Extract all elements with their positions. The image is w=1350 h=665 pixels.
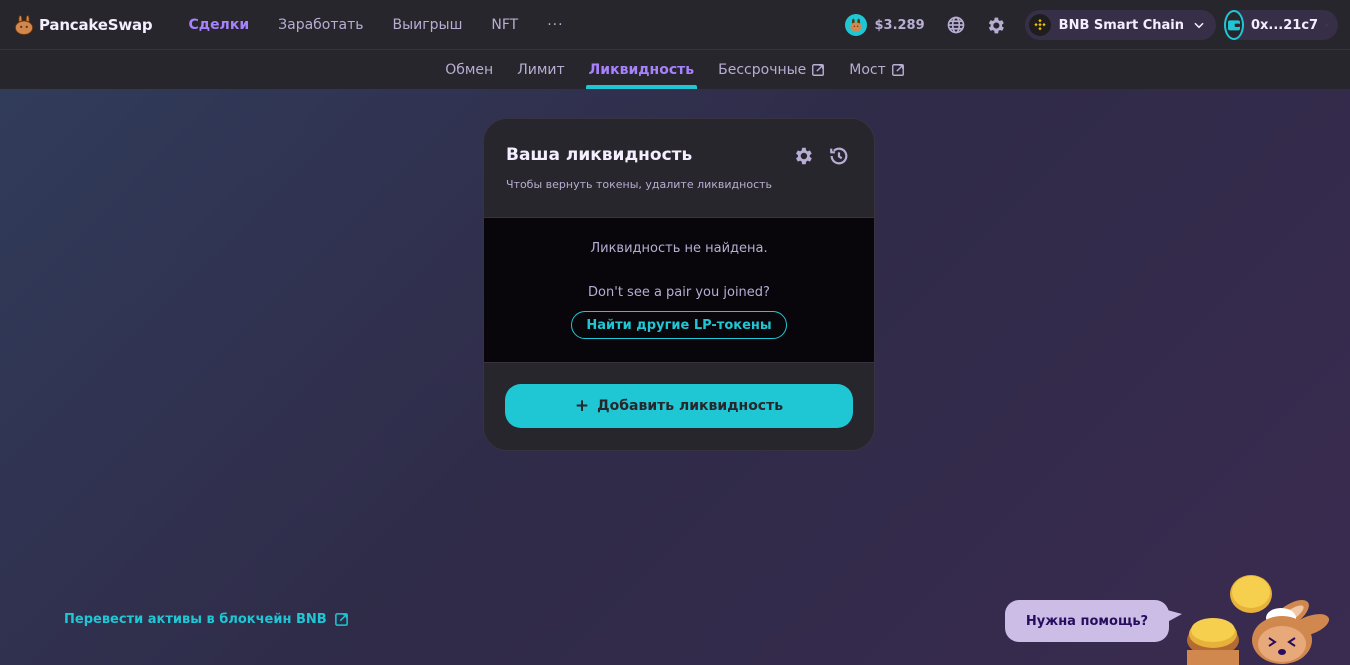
bunny-chef-mascot-icon (1187, 575, 1330, 665)
external-link-icon (334, 613, 348, 626)
bridge-link-label: Перевести активы в блокчейн BNB (64, 612, 327, 627)
tab-label: Мост (849, 61, 886, 78)
chevron-down-icon (1194, 22, 1204, 29)
chain-name: BNB Smart Chain (1058, 17, 1184, 33)
cake-token-icon (845, 14, 868, 36)
liquidity-list: Ликвидность не найдена. Don't see a pair… (484, 218, 874, 363)
find-lp-tokens-button[interactable]: Найти другие LP-токены (571, 311, 787, 339)
external-link-icon (891, 63, 904, 76)
wallet-button[interactable]: 0x...21c7 (1224, 10, 1338, 40)
top-navbar: PancakeSwap Сделки Заработать Выигрыш NF… (0, 0, 1350, 50)
add-liquidity-label: Добавить ликвидность (597, 398, 784, 414)
tab-bridge[interactable]: Мост (849, 50, 905, 89)
chevron-down-icon (1326, 24, 1328, 26)
nav-item-win[interactable]: Выигрыш (393, 17, 463, 33)
tab-limit[interactable]: Лимит (517, 50, 564, 89)
tab-label: Лимит (517, 61, 565, 78)
tab-label: Бессрочные (718, 61, 807, 78)
card-subtitle: Чтобы вернуть токены, удалите ликвидност… (506, 178, 773, 191)
add-liquidity-button[interactable]: + Добавить ликвидность (505, 384, 853, 428)
main-nav: Сделки Заработать Выигрыш NFT ··· (188, 17, 563, 33)
header-tools: $3.289 BNB Smart Chain 0x...21c7 (845, 0, 1338, 50)
gear-icon[interactable] (792, 145, 814, 167)
wallet-address: 0x...21c7 (1251, 17, 1319, 33)
tab-label: Обмен (445, 61, 494, 78)
brand-name: PancakeSwap (39, 15, 153, 34)
nav-item-earn[interactable]: Заработать (278, 17, 363, 33)
nav-item-trade[interactable]: Сделки (188, 17, 249, 33)
plus-icon: + (574, 396, 590, 416)
nav-more-button[interactable]: ··· (547, 17, 563, 33)
wallet-icon (1224, 10, 1244, 40)
sub-nav: Обмен Лимит Ликвидность Бессрочные Мост (0, 50, 1350, 89)
bnb-chain-icon (1028, 14, 1051, 36)
nav-item-nft[interactable]: NFT (491, 17, 518, 33)
bunny-logo-icon (14, 14, 34, 35)
external-link-icon (812, 63, 825, 76)
tab-label: Ликвидность (588, 61, 695, 78)
chain-selector[interactable]: BNB Smart Chain (1024, 10, 1216, 40)
help-button[interactable]: Нужна помощь? (1005, 600, 1169, 642)
empty-state-text: Ликвидность не найдена. (590, 241, 768, 256)
liquidity-card: Ваша ликвидность Чтобы вернуть токены, у… (483, 118, 875, 451)
card-title: Ваша ликвидность (506, 145, 693, 165)
brand-logo[interactable]: PancakeSwap (13, 14, 153, 36)
card-header: Ваша ликвидность Чтобы вернуть токены, у… (484, 119, 874, 218)
globe-icon[interactable] (945, 14, 967, 36)
dont-see-pair-text: Don't see a pair you joined? (588, 285, 770, 300)
history-icon[interactable] (828, 145, 850, 167)
bridge-assets-link[interactable]: Перевести активы в блокчейн BNB (64, 612, 349, 627)
tab-perpetual[interactable]: Бессрочные (718, 50, 825, 89)
cake-price[interactable]: $3.289 (845, 14, 925, 36)
cake-price-value: $3.289 (874, 17, 925, 33)
gear-icon[interactable] (985, 14, 1007, 36)
tab-liquidity[interactable]: Ликвидность (585, 50, 698, 89)
tab-swap[interactable]: Обмен (445, 50, 493, 89)
